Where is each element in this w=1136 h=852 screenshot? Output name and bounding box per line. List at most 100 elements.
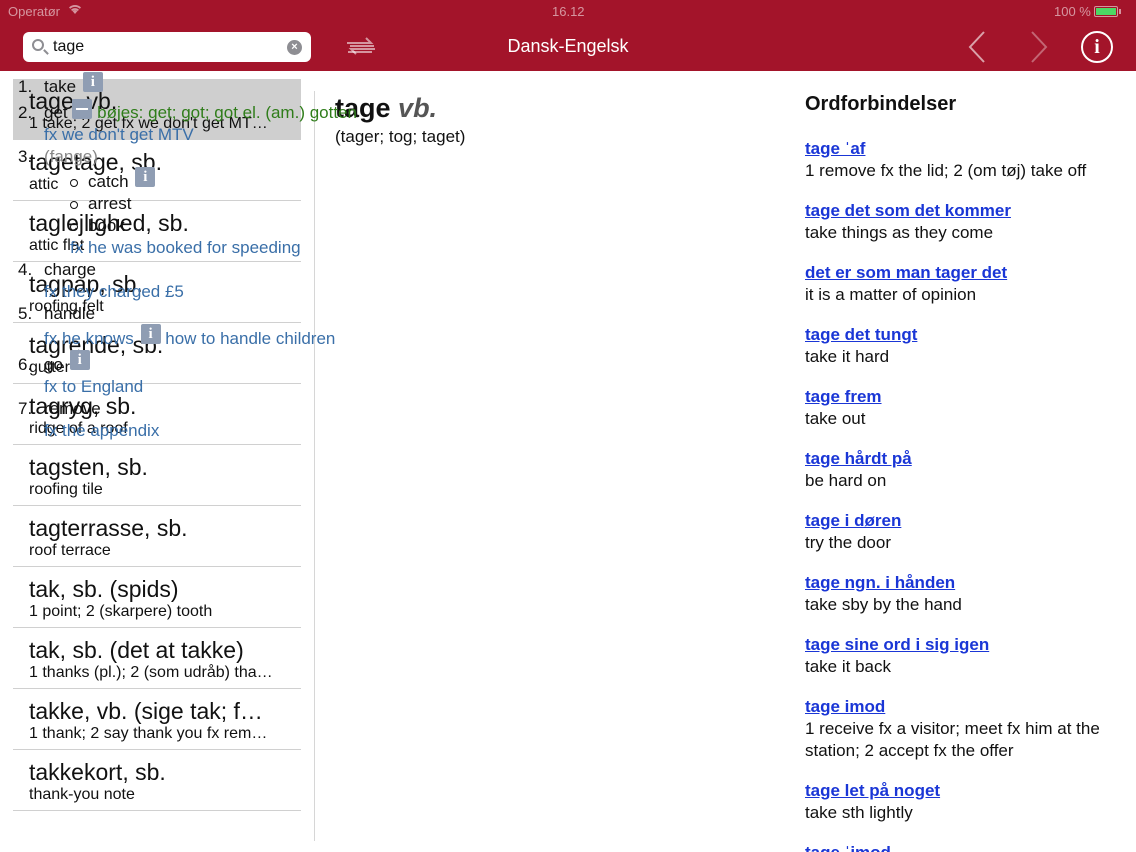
chevron-left-icon[interactable] <box>966 30 988 64</box>
sub-sense-text: arrest <box>88 194 132 213</box>
sense-2: 2. get bøjes: get; got; got el. (am.) go… <box>18 99 448 146</box>
word-headword: tak, sb. (det at takke) <box>29 637 244 663</box>
word-headword: tagsten, sb. <box>29 454 148 480</box>
phrase-link[interactable]: tage ˈimod <box>805 842 1135 852</box>
example-text: they charged £5 <box>61 282 184 301</box>
sense-3: 3. (fange) catch i arrest book fx he was… <box>18 146 448 259</box>
sense-number: 5. <box>18 304 33 323</box>
word-translation: 1 thanks (pl.); 2 (som udråb) tha… <box>29 664 273 681</box>
example-text: the appendix <box>61 421 160 440</box>
info-box-icon[interactable]: i <box>135 167 156 187</box>
word-list-item[interactable]: tak, sb. (spids) 1 point; 2 (skarpere) to… <box>13 567 301 628</box>
inflection-note: bøjes: get; got; got el. (am.) gotten <box>97 103 357 122</box>
collapse-box-icon[interactable] <box>72 99 93 119</box>
fx-label: fx <box>70 238 84 257</box>
nav-title: Dansk-Engelsk <box>507 36 629 56</box>
phrase-translation: take it back <box>805 657 891 676</box>
sense-number: 7. <box>18 399 33 418</box>
sense-number: 2. <box>18 103 33 122</box>
sense-5: 5. handle fx he knows i how to handle ch… <box>18 303 448 350</box>
search-bar[interactable]: × <box>23 32 311 62</box>
phrase-translation: take sth lightly <box>805 803 913 822</box>
sense-text: get <box>44 103 68 122</box>
word-list-item[interactable]: tagsten, sb. roofing tile <box>13 445 301 506</box>
info-icon[interactable]: i <box>1081 31 1113 63</box>
word-list-item[interactable]: takke, vb. (sige tak; f… 1 thank; 2 say t… <box>13 689 301 750</box>
phrase-translation: try the door <box>805 533 891 552</box>
phrase-item: tage imod 1 receive fx a visitor; meet fx… <box>805 696 1135 762</box>
word-headword: tak, sb. (spids) <box>29 576 179 602</box>
example-text: how to handle children <box>165 329 336 348</box>
word-headword: takke, vb. (sige tak; f… <box>29 698 263 724</box>
phrase-link[interactable]: tage frem <box>805 386 1135 408</box>
info-box-icon[interactable]: i <box>140 324 161 344</box>
sense-text: (fange) <box>44 147 98 166</box>
sense-number: 4. <box>18 260 33 279</box>
phrase-translation: take sby by the hand <box>805 595 962 614</box>
phrase-list: tage ˈaf 1 remove fx the lid; 2 (om tøj) … <box>805 138 1135 852</box>
phrase-link[interactable]: tage hårdt på <box>805 448 1135 470</box>
sense-text: handle <box>44 304 96 323</box>
sub-sense-text: book <box>88 216 125 235</box>
word-translation: 1 point; 2 (skarpere) tooth <box>29 603 213 620</box>
swap-arrows-icon[interactable] <box>343 34 379 60</box>
phrase-translation: 1 remove fx the lid; 2 (om tøj) take off <box>805 161 1087 180</box>
phrases-title: Ordforbindelser <box>805 93 957 115</box>
battery-percent: 100 % <box>1054 4 1091 19</box>
phrase-link[interactable]: tage ˈaf <box>805 138 1135 160</box>
sense-text: charge <box>44 260 96 279</box>
sub-sense-list: catch i arrest book fx he was booked for… <box>44 167 448 259</box>
phrase-item: tage sine ord i sig igen take it back <box>805 634 1135 678</box>
phrase-link[interactable]: tage sine ord i sig igen <box>805 634 1135 656</box>
wifi-icon <box>68 3 82 18</box>
battery-icon <box>1094 6 1118 17</box>
sense-1: 1. take i <box>18 72 448 98</box>
carrier-label: Operatør <box>8 4 61 19</box>
phrase-item: tage ˈaf 1 remove fx the lid; 2 (om tøj) … <box>805 138 1135 182</box>
example-text: he was booked for speeding <box>87 238 301 257</box>
phrase-link[interactable]: det er som man tager det <box>805 262 1135 284</box>
sense-text: take <box>44 77 77 96</box>
info-box-icon[interactable]: i <box>69 350 90 370</box>
word-translation: roof terrace <box>29 542 111 559</box>
phrase-link[interactable]: tage det tungt <box>805 324 1135 346</box>
word-list-item[interactable]: tagterrasse, sb. roof terrace <box>13 506 301 567</box>
phrase-item: tage frem take out <box>805 386 1135 430</box>
word-list-item[interactable]: tak, sb. (det at takke) 1 thanks (pl.); 2… <box>13 628 301 689</box>
phrase-translation: 1 receive fx a visitor; meet fx him at t… <box>805 719 1100 760</box>
clear-search-icon[interactable]: × <box>287 40 302 55</box>
phrases-panel: Ordforbindelser tage ˈaf 1 remove fx the … <box>805 92 1135 852</box>
example-text: to England <box>61 377 144 396</box>
phrase-translation: take out <box>805 409 866 428</box>
word-list-item[interactable]: takkekort, sb. thank-you note <box>13 750 301 811</box>
word-headword: tagterrasse, sb. <box>29 515 188 541</box>
phrase-item: tage det som det kommer take things as th… <box>805 200 1135 244</box>
word-translation: 1 thank; 2 say thank you fx rem… <box>29 725 268 742</box>
phrase-translation: be hard on <box>805 471 887 490</box>
phrase-link[interactable]: tage det som det kommer <box>805 200 1135 222</box>
example-text: we don't get MTV <box>61 125 194 144</box>
sense-number: 6. <box>18 355 33 374</box>
info-box-icon[interactable]: i <box>82 72 103 92</box>
sense-7: 7. remove fx the appendix <box>18 398 448 442</box>
status-bar: Operatør 16.12 100 % <box>0 0 1136 22</box>
phrase-link[interactable]: tage i døren <box>805 510 1135 532</box>
phrase-translation: take it hard <box>805 347 890 366</box>
phrase-item: tage ngn. i hånden take sby by the hand <box>805 572 1135 616</box>
word-headword: takkekort, sb. <box>29 759 166 785</box>
phrase-link[interactable]: tage let på noget <box>805 780 1135 802</box>
search-input[interactable] <box>53 36 283 58</box>
fx-label: fx <box>44 125 58 144</box>
sense-6: 6. go i fx to England <box>18 350 448 398</box>
phrase-item: tage hårdt på be hard on <box>805 448 1135 492</box>
phrase-link[interactable]: tage ngn. i hånden <box>805 572 1135 594</box>
sub-sense-text: catch <box>88 172 129 191</box>
sense-text: remove <box>44 399 101 418</box>
search-icon <box>32 39 44 51</box>
word-translation: roofing tile <box>29 481 103 498</box>
phrase-link[interactable]: tage imod <box>805 696 1135 718</box>
phrase-item: tage det tungt take it hard <box>805 324 1135 368</box>
sense-4: 4. charge fx they charged £5 <box>18 259 448 303</box>
chevron-right-icon[interactable] <box>1028 30 1050 64</box>
fx-label: fx <box>44 421 58 440</box>
